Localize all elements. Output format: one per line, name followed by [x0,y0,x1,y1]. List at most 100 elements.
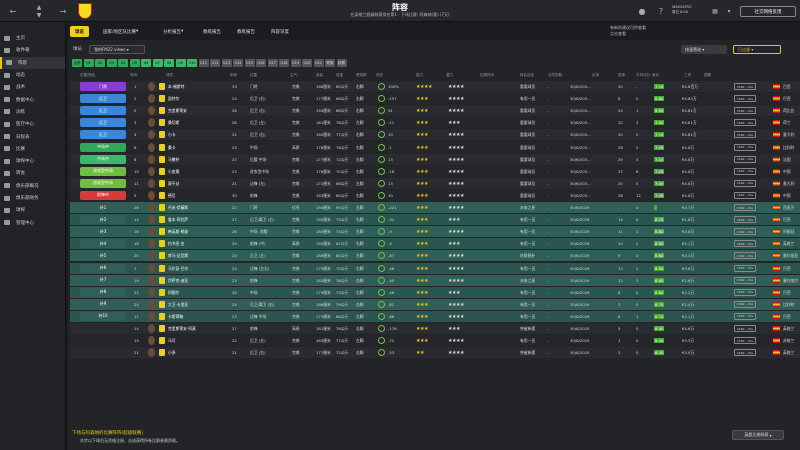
position-badge[interactable]: 补7 [80,275,126,285]
filter-chip[interactable]: U16 [256,59,266,67]
table-row[interactable]: 补3 16 韩诺斯·勒波 26 中场, 前腰 完美 180厘米 74公斤 右脚 -9 有用一员 - 30… [70,226,800,238]
filter-chip[interactable]: U11 [198,59,209,67]
filter-chip[interactable]: U14 [233,59,243,67]
position-badge[interactable]: 补6 [80,263,126,273]
table-row[interactable]: 前锋中 9 德尼 30 前锋 完美 183厘米 80公斤 右脚 30 重要球员 - 30/6/203..… [70,189,800,201]
table-row[interactable]: 补7 19 伊萨克·迪亚 23 前锋 完美 182厘米 78公斤 右脚 -45 未来之星 - 30/6/… [70,274,800,286]
table-row[interactable]: 补8 22 阿图尔 28 中场 完美 179厘米 73公斤 右脚 -46 有用一员 - 30/6/202… [70,286,800,298]
column-header[interactable]: 平均评分 [636,73,650,78]
filter-chip[interactable]: 联赛 [325,59,335,67]
cell-name[interactable]: 小皮雅 [168,169,179,175]
table-row[interactable]: 补10 17 卡斯蒂略 23 边锋 中场 完美 173厘米 68公斤 左脚 -88 有用一员 - 30/… [70,310,800,322]
filter-chip[interactable]: U6 [141,59,151,67]
position-badge[interactable]: 进攻型中场 [80,166,126,176]
sidebar-item[interactable]: 球探 [0,204,65,216]
cell-name[interactable]: 克里斯蒂安·阿莫 [168,326,196,332]
filter-chip[interactable]: U13 [221,59,232,67]
cell-name[interactable]: 马撒朴 [168,157,179,163]
cell-name[interactable]: 阿图尔 [168,290,179,296]
cell-name[interactable]: 丹米·伊藤斯 [168,205,188,211]
column-header[interactable]: 年龄 [230,73,237,78]
sidebar-item[interactable]: 日程表 [0,130,65,142]
position-badge[interactable]: 门将 [80,82,126,91]
position-badge[interactable]: 补3 [80,227,126,237]
cell-name[interactable]: 卡斯蒂略 [168,314,183,320]
calendar-icon[interactable]: ▦ [710,6,720,16]
social-feedback-button[interactable]: 社交网络反馈 [740,6,796,17]
column-header[interactable]: 合同到期 [548,73,562,78]
filter-chip[interactable]: 全部 [72,59,82,67]
table-row[interactable]: 进攻型中场 11 赛不丝 21 边锋 (左) 完美 172厘米 68公斤 左脚 13 重要球员 - 30… [70,177,800,189]
position-badge[interactable]: 补8 [80,287,126,297]
column-header[interactable]: 身价 [652,73,659,78]
cell-name[interactable]: 小多 [168,350,176,356]
column-header[interactable]: 位置/角色 [80,73,95,78]
column-header[interactable]: 号码 [130,73,137,78]
filter-chip[interactable]: U15 [244,59,255,67]
sidebar-item[interactable]: 转会 [0,167,65,179]
sidebar-item[interactable]: 医疗中心 [0,118,65,130]
column-header[interactable]: 体重 [336,73,343,78]
cell-name[interactable]: 马尔彭·巴尔 [168,266,188,272]
table-row[interactable]: 补5 20 库马·达尼斯 24 后卫 (左) 完美 186厘米 80公斤 左脚 -87 轮换替补 - 3… [70,250,800,262]
tab-coach-report[interactable]: 教练报告 [198,26,226,37]
position-badge[interactable]: 后卫 [80,106,126,116]
column-header[interactable]: 位置 [250,73,257,78]
table-row[interactable]: 后卫 5 克里斯蒂安 26 后卫 (右) 完美 194厘米 86公斤 右脚 91 重要球员 - 30/6… [70,105,800,117]
sidebar-item[interactable]: 俱乐部财务 [0,192,65,204]
column-header[interactable]: 主气 [290,73,297,78]
cell-name[interactable]: 克里斯蒂安 [168,108,187,114]
chevron-down-icon[interactable]: ▾ [724,6,734,16]
table-row[interactable]: 补2 12 鲁本·阿拉萨 27 后卫/翼卫 (右) 完美 180厘米 75公斤 右脚 -91 有用一… [70,214,800,226]
registration-button[interactable]: 英超注册联赛 ▾ [732,430,784,440]
table-row[interactable]: 15 马可 22 后卫 (左) 完美 183厘米 77公斤 左脚 -72 有用一员 - 30/6/20… [70,335,800,347]
column-header[interactable]: 转会状态 [520,73,534,78]
position-badge[interactable]: 补9 [80,299,126,309]
filter-chip[interactable]: U10 [187,59,197,67]
filter-chip[interactable]: U9 [175,59,186,67]
position-badge[interactable]: 补1 [80,203,126,212]
help-icon[interactable]: ? [656,6,666,16]
cell-name[interactable]: 马可 [168,338,176,344]
tab-players[interactable]: 球员 [70,26,89,37]
table-row[interactable]: 后卫 3 桑切斯 28 后卫 (左) 完美 181厘米 78公斤 左脚 -11 重要球员 - 30/6/… [70,117,800,129]
cell-name[interactable]: 桑切斯 [168,120,179,126]
cell-name[interactable]: 韩诺斯·勒波 [168,229,188,235]
cell-name[interactable]: 凯特尔 [168,96,179,102]
column-header[interactable]: 球员 [166,73,173,78]
position-badge[interactable]: 后卫 [80,94,126,104]
sidebar-item[interactable]: 球探中心 [0,155,65,167]
column-header[interactable]: 比赛时间 [480,73,494,78]
position-badge[interactable]: 补4 [80,239,126,249]
tab-depth[interactable]: 阵容深度 [266,26,294,37]
position-badge[interactable]: 中场中 [80,154,126,164]
sidebar-item[interactable]: 主页 [0,32,65,44]
cell-name[interactable]: 约书亚·金 [168,241,184,247]
table-row[interactable]: 进攻型中场 10 小皮雅 23 进攻型中场 完美 176厘米 70公斤 右脚 -18 重要球员 - 30… [70,165,800,177]
table-row[interactable]: 中场中 8 马撒朴 27 后腰 中场 完美 177厘米 72公斤 右脚 13 重要球员 - 30/6/2… [70,153,800,165]
sidebar-item[interactable]: 战术 [0,81,65,93]
sidebar-item[interactable]: 训练 [0,106,65,118]
cell-name[interactable]: 大卫·卡里亚 [168,302,188,308]
filter-chip[interactable]: 杯赛 [336,59,347,67]
quick-filter-select[interactable]: 快速筛选 ▾ [681,45,727,54]
sidebar-item[interactable]: 阵容 [0,56,65,69]
cell-name[interactable]: 桑卡 [168,145,176,151]
tab-international[interactable]: 国家/地区队比赛 ▾ [98,26,143,37]
position-badge[interactable]: 进攻型中场 [80,178,126,188]
table-row[interactable]: 14 克里斯蒂安·阿莫 27 前锋 高昂 181厘米 76公斤 右脚 -176 突破新援 - 30/6… [70,323,800,334]
table-row[interactable]: 门将 1 本·福斯特 33 门将 完美 188厘米 85公斤 右脚 100% 重要球员 - 30/6/2… [70,81,800,92]
table-row[interactable]: 补6 7 马尔彭·巴尔 25 边锋 (左右) 完美 175厘米 70公斤 右脚 -48 有用一员 - 3… [70,262,800,274]
view-select[interactable]: 我的FM22 views ▾ [89,45,145,54]
filter-chip[interactable]: U17 [267,59,278,67]
column-header[interactable]: 国籍 [704,73,711,78]
column-header[interactable]: 状态 [376,73,383,78]
filter-chip[interactable]: U7 [152,59,163,67]
filter-chip[interactable]: U19 [290,59,301,67]
table-row[interactable]: 后卫 4 小卡 22 后卫 (右) 完美 180厘米 77公斤 右脚 10 重要球员 - 30/6/20… [70,129,800,141]
position-badge[interactable]: 后卫 [80,130,126,140]
filter-chip[interactable]: U1 [83,59,94,67]
cell-name[interactable]: 库马·达尼斯 [168,253,188,259]
filter-chip[interactable]: U8 [164,59,174,67]
cell-name[interactable]: 本·福斯特 [168,84,184,90]
